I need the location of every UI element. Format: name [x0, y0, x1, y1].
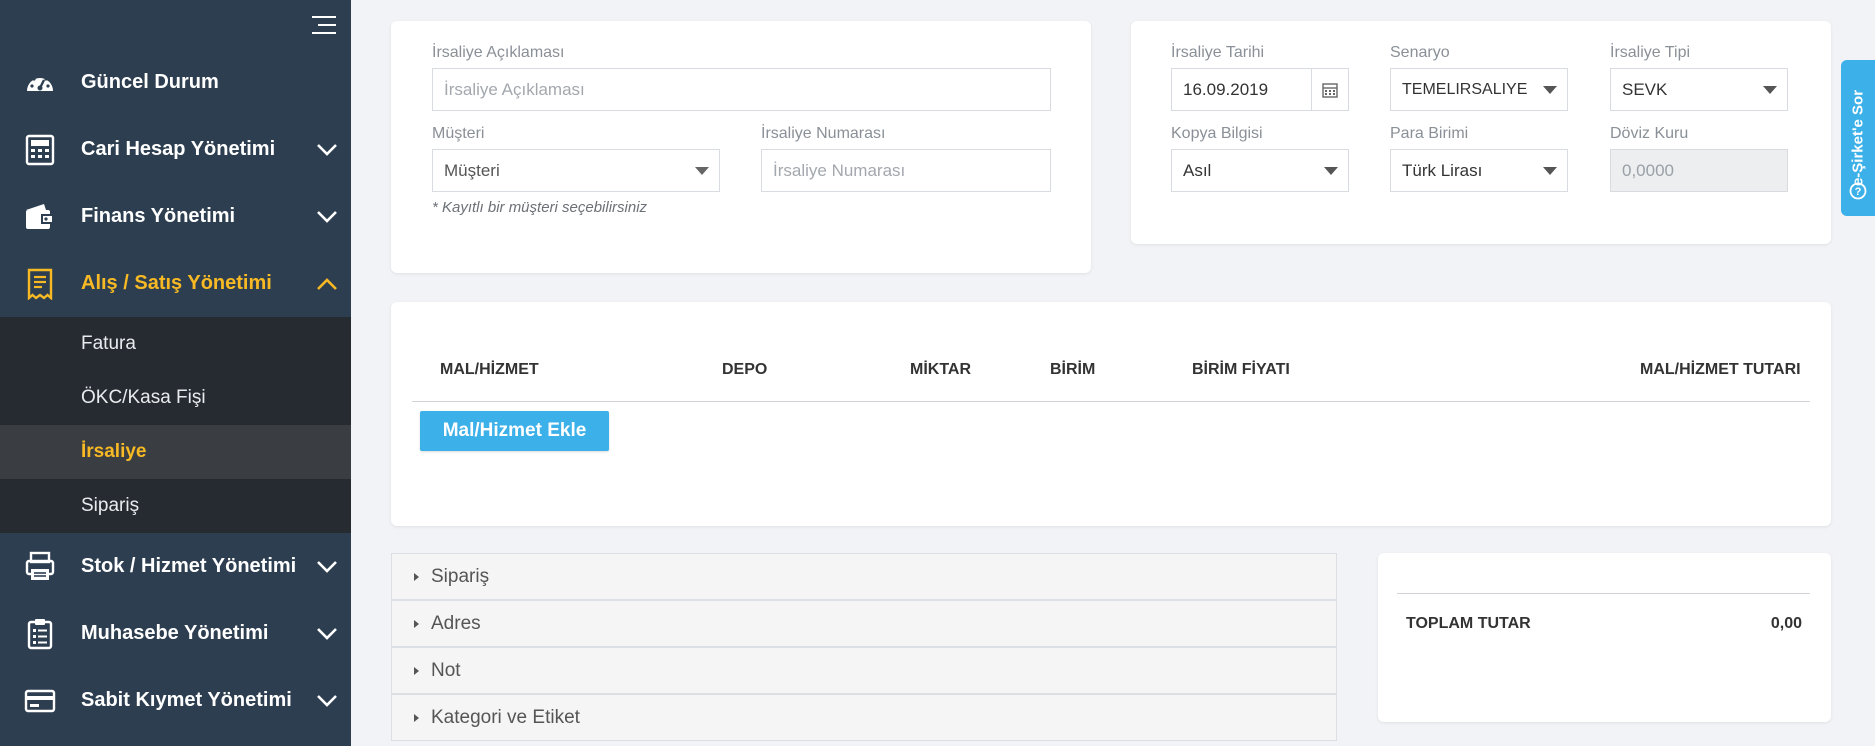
submenu-item-label: Sipariş [81, 495, 140, 516]
side-tab-label: e-Şirket'e Sor [1849, 89, 1867, 187]
chevron-down-icon [317, 143, 337, 156]
sidebar-item-label: Cari Hesap Yönetimi [81, 138, 276, 160]
kopya-bilgisi-select[interactable]: Asıl [1171, 149, 1349, 192]
para-birimi-value: Türk Lirası [1402, 160, 1483, 180]
chevron-down-icon [317, 627, 337, 640]
submenu-item-siparis[interactable]: Sipariş [0, 479, 351, 533]
kopya-bilgisi-value: Asıl [1183, 160, 1212, 180]
chevron-down-icon [317, 210, 337, 223]
sidebar-item-sabit-kiymet[interactable]: Sabit Kıymet Yönetimi [0, 667, 351, 734]
column-header-birim: BİRİM [1050, 361, 1096, 378]
add-item-button[interactable]: Mal/Hizmet Ekle [420, 411, 609, 451]
submenu-item-label: İrsaliye [81, 441, 147, 462]
irsaliye-tipi-select[interactable]: SEVK [1610, 68, 1788, 111]
tarih-value: 16.09.2019 [1183, 79, 1269, 99]
caret-down-icon [1763, 86, 1777, 94]
aciklama-input[interactable]: İrsaliye Açıklaması [432, 68, 1051, 111]
caret-right-icon [414, 714, 419, 722]
sidebar-item-guncel-durum[interactable]: Güncel Durum [0, 49, 351, 116]
totals-divider [1397, 593, 1810, 594]
submenu-item-label: ÖKC/Kasa Fişi [81, 387, 206, 408]
caret-right-icon [414, 620, 419, 628]
printer-box-icon [25, 551, 55, 580]
sidebar: Güncel Durum Cari Hesap Yönetimi Finans … [0, 0, 351, 746]
chevron-up-icon [317, 277, 337, 290]
sidebar-item-label: Finans Yönetimi [81, 205, 236, 227]
column-header-tutar: MAL/HİZMET TUTARI [1640, 361, 1801, 378]
calendar-icon [1322, 82, 1338, 98]
submenu-item-okc-kasa-fisi[interactable]: ÖKC/Kasa Fişi [0, 371, 351, 425]
table-divider [412, 401, 1810, 402]
accordion-not[interactable]: Not [391, 647, 1337, 694]
chevron-down-icon [317, 694, 337, 707]
submenu-item-irsaliye[interactable]: İrsaliye [0, 425, 351, 479]
column-header-birim-fiyati: BİRİM FİYATI [1192, 361, 1290, 378]
accordion-label: Adres [431, 612, 481, 634]
sidebar-item-finans[interactable]: Finans Yönetimi [0, 183, 351, 250]
accordion-siparis[interactable]: Sipariş [391, 553, 1337, 600]
musteri-label: Müşteri [432, 125, 485, 142]
tarih-label: İrsaliye Tarihi [1171, 44, 1265, 61]
accordion-adres[interactable]: Adres [391, 600, 1337, 647]
caret-down-icon [1543, 86, 1557, 94]
svg-text:?: ? [1855, 186, 1862, 198]
column-header-depo: DEPO [722, 361, 768, 378]
credit-card-icon [24, 689, 56, 712]
senaryo-select-value: TEMELIRSALIYE [1402, 80, 1528, 98]
sidebar-item-stok-hizmet[interactable]: Stok / Hizmet Yönetimi [0, 533, 351, 600]
musteri-hint: * Kayıtlı bir müşteri seçebilirsiniz [432, 199, 648, 216]
musteri-select[interactable]: Müşteri [432, 149, 720, 192]
totals-card [1378, 553, 1831, 722]
column-header-mal-hizmet: MAL/HİZMET [440, 361, 539, 378]
accordion-label: Not [431, 659, 461, 681]
calendar-button[interactable] [1311, 69, 1348, 110]
doviz-kuru-input: 0,0000 [1610, 149, 1788, 192]
chevron-down-icon [317, 560, 337, 573]
aciklama-label: İrsaliye Açıklaması [432, 44, 565, 61]
accordion-kategori-etiket[interactable]: Kategori ve Etiket [391, 694, 1337, 741]
help-circle-icon: ? [1849, 182, 1867, 200]
kopya-label: Kopya Bilgisi [1171, 125, 1263, 142]
sidebar-item-muhasebe[interactable]: Muhasebe Yönetimi [0, 600, 351, 667]
caret-down-icon [1543, 167, 1557, 175]
tarih-input[interactable]: 16.09.2019 [1171, 68, 1349, 111]
caret-down-icon [1324, 167, 1338, 175]
sidebar-submenu: Fatura ÖKC/Kasa Fişi İrsaliye Sipariş [0, 317, 351, 533]
accordion-label: Kategori ve Etiket [431, 706, 580, 728]
doviz-label: Döviz Kuru [1610, 125, 1689, 142]
caret-right-icon [414, 573, 419, 581]
total-label: TOPLAM TUTAR [1406, 615, 1531, 632]
sidebar-item-cari-hesap[interactable]: Cari Hesap Yönetimi [0, 116, 351, 183]
sidebar-item-label: Muhasebe Yönetimi [81, 622, 269, 644]
sidebar-item-label: Stok / Hizmet Yönetimi [81, 555, 297, 577]
column-header-miktar: MİKTAR [910, 361, 972, 378]
receipt-icon [27, 268, 53, 300]
irsaliye-numarasi-input[interactable]: İrsaliye Numarası [761, 149, 1051, 192]
numara-label: İrsaliye Numarası [761, 125, 886, 142]
sidebar-item-label: Güncel Durum [81, 71, 219, 93]
tip-label: İrsaliye Tipi [1610, 44, 1691, 61]
clipboard-list-icon [27, 618, 53, 649]
sidebar-item-label: Alış / Satış Yönetimi [81, 272, 272, 294]
dashboard-gauge-icon [27, 73, 53, 91]
calculator-icon [25, 134, 55, 165]
submenu-item-fatura[interactable]: Fatura [0, 317, 351, 371]
submenu-item-label: Fatura [81, 333, 136, 354]
accordion-label: Sipariş [431, 565, 490, 587]
sidebar-item-alis-satis[interactable]: Alış / Satış Yönetimi [0, 250, 351, 317]
wallet-icon [26, 203, 54, 229]
caret-right-icon [414, 667, 419, 675]
para-birimi-select[interactable]: Türk Lirası [1390, 149, 1568, 192]
total-value: 0,00 [1770, 615, 1802, 632]
menu-toggle-icon[interactable] [312, 16, 336, 38]
musteri-select-value: Müşteri [444, 160, 500, 180]
caret-down-icon [695, 167, 709, 175]
irsaliye-tipi-value: SEVK [1622, 79, 1668, 99]
e-sirket-sor-tab[interactable]: e-Şirket'e Sor ? [1841, 60, 1875, 216]
senaryo-select[interactable]: TEMELIRSALIYE [1390, 68, 1568, 111]
sidebar-item-label: Sabit Kıymet Yönetimi [81, 689, 292, 711]
senaryo-label: Senaryo [1390, 44, 1450, 61]
para-label: Para Birimi [1390, 125, 1469, 142]
